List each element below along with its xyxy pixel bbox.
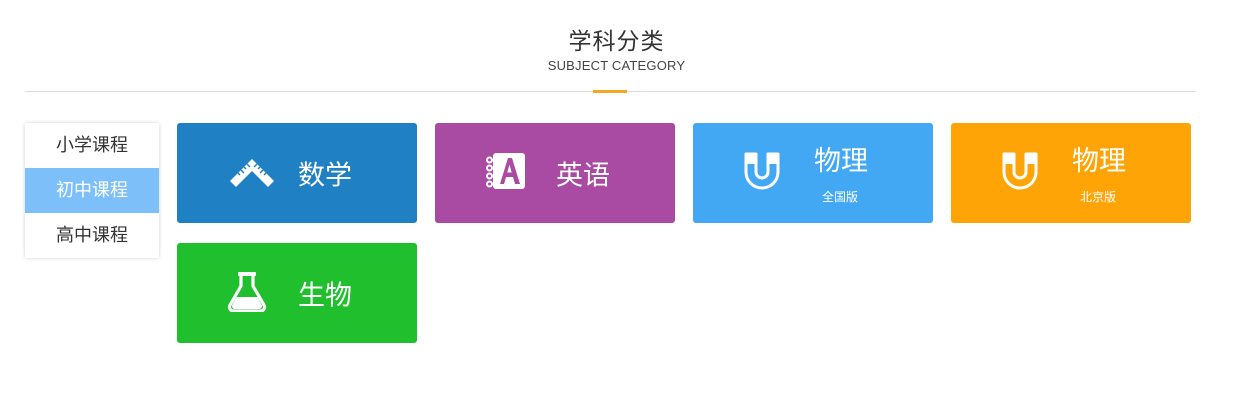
subject-edition: 全国版 — [822, 190, 859, 204]
magnet-icon — [743, 151, 781, 195]
page-subtitle: SUBJECT CATEGORY — [547, 58, 686, 73]
subject-name: 物理 — [814, 146, 868, 177]
subject-name: 英语 — [556, 160, 610, 192]
subject-tile-physics-national[interactable]: 物理 全国版 — [693, 123, 933, 223]
level-sidebar: 小学课程 初中课程 高中课程 — [25, 123, 159, 258]
notebook-a-icon — [485, 151, 529, 195]
ruler-icon — [227, 153, 277, 193]
flask-icon — [227, 270, 267, 316]
page-title: 学科分类 — [568, 29, 665, 55]
sidebar-item-senior[interactable]: 高中课程 — [25, 213, 159, 258]
subject-tile-math[interactable]: 数学 — [177, 123, 417, 223]
header-divider-accent — [593, 90, 627, 93]
subject-tile-biology[interactable]: 生物 — [177, 243, 417, 343]
subject-edition: 北京版 — [1080, 190, 1117, 204]
subject-name: 生物 — [298, 280, 352, 312]
sidebar-item-junior[interactable]: 初中课程 — [25, 168, 159, 213]
sidebar-item-primary[interactable]: 小学课程 — [25, 123, 159, 168]
subject-name: 数学 — [298, 160, 352, 192]
magnet-icon — [1001, 151, 1039, 195]
subject-name: 物理 — [1072, 146, 1126, 177]
subject-tile-physics-beijing[interactable]: 物理 北京版 — [951, 123, 1191, 223]
subject-tile-english[interactable]: 英语 — [435, 123, 675, 223]
